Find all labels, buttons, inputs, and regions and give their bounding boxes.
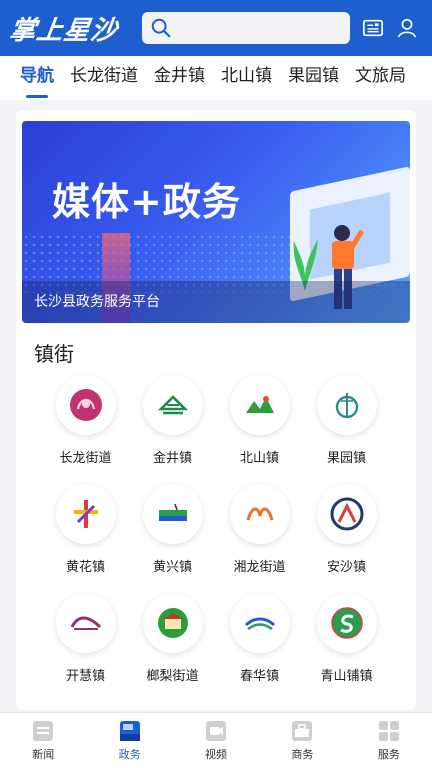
government-icon <box>119 720 140 741</box>
tab-nav[interactable]: 导航 <box>20 56 54 100</box>
town-label: 榔梨街道 <box>146 669 199 684</box>
town-item-beishan[interactable]: 北山镇 <box>216 375 303 466</box>
nav-business[interactable]: 商务 <box>259 713 345 768</box>
town-item-chunhua[interactable]: 春华镇 <box>216 593 303 684</box>
changlong-logo-icon <box>69 389 102 421</box>
news-icon <box>33 720 54 741</box>
town-label: 黄花镇 <box>65 560 105 575</box>
town-label: 湘龙街道 <box>233 560 286 575</box>
tab-jinjing[interactable]: 金井镇 <box>154 56 205 100</box>
business-icon <box>292 720 313 741</box>
town-item-changlong[interactable]: 长龙街道 <box>42 375 129 466</box>
town-grid: 长龙街道 金井镇 北山镇 果园镇 黄花镇 黄兴镇 湘龙街道 安沙镇 开慧镇 榔梨… <box>42 375 390 684</box>
search-input[interactable] <box>142 12 350 44</box>
town-item-qingshanpu[interactable]: 青山铺镇 <box>303 593 390 684</box>
beishan-logo-icon <box>245 396 274 413</box>
tab-beishan[interactable]: 北山镇 <box>221 56 272 100</box>
town-item-guoyuan[interactable]: 果园镇 <box>303 375 390 466</box>
huangxing-logo-icon <box>158 503 187 521</box>
top-header: 掌上星沙 <box>0 0 432 56</box>
town-item-langli[interactable]: 榔梨街道 <box>129 593 216 684</box>
banner[interactable]: 媒体+政务 长沙县政务服务平台 <box>22 121 410 323</box>
bottom-navigation: 新闻 政务 视频 商务 服务 <box>0 712 432 768</box>
town-item-ansha[interactable]: 安沙镇 <box>303 484 390 575</box>
user-icon[interactable] <box>396 17 418 39</box>
section-title: 镇街 <box>34 342 74 366</box>
town-label: 金井镇 <box>152 451 192 466</box>
tab-changlong[interactable]: 长龙街道 <box>70 56 138 100</box>
town-label: 长龙街道 <box>59 451 112 466</box>
town-item-xianglong[interactable]: 湘龙街道 <box>216 484 303 575</box>
kaihui-logo-icon <box>70 616 101 630</box>
town-label: 安沙镇 <box>326 560 366 575</box>
ansha-logo-icon <box>330 497 363 531</box>
banner-caption: 长沙县政务服务平台 <box>22 281 410 323</box>
town-item-huangxing[interactable]: 黄兴镇 <box>129 484 216 575</box>
tab-wenlv[interactable]: 文旅局 <box>355 56 406 100</box>
nav-services[interactable]: 服务 <box>346 713 432 768</box>
town-label: 开慧镇 <box>65 669 105 684</box>
town-label: 黄兴镇 <box>152 560 192 575</box>
langli-logo-icon <box>157 608 188 638</box>
jinjing-logo-icon <box>157 395 188 415</box>
qingshanpu-logo-icon <box>330 607 363 639</box>
town-label: 青山铺镇 <box>320 669 373 684</box>
search-icon <box>151 18 171 38</box>
huanghua-logo-icon <box>73 500 98 528</box>
xianglong-logo-icon <box>246 507 273 521</box>
town-label: 果园镇 <box>326 451 366 466</box>
nav-video[interactable]: 视频 <box>173 713 259 768</box>
town-item-huanghua[interactable]: 黄花镇 <box>42 484 129 575</box>
app-logo: 掌上星沙 <box>7 15 120 46</box>
town-item-kaihui[interactable]: 开慧镇 <box>42 593 129 684</box>
chunhua-logo-icon <box>244 617 275 631</box>
newspaper-icon[interactable] <box>362 17 384 39</box>
category-tabs: 导航 长龙街道 金井镇 北山镇 果园镇 文旅局 <box>0 56 432 100</box>
guoyuan-logo-icon <box>335 393 358 419</box>
nav-news[interactable]: 新闻 <box>0 713 86 768</box>
nav-government[interactable]: 政务 <box>86 713 172 768</box>
town-label: 春华镇 <box>239 669 279 684</box>
town-item-jinjing[interactable]: 金井镇 <box>129 375 216 466</box>
town-label: 北山镇 <box>239 451 279 466</box>
video-icon <box>206 720 227 741</box>
banner-title: 媒体+政务 <box>52 180 241 224</box>
tab-guoyuan[interactable]: 果园镇 <box>288 56 339 100</box>
services-icon <box>378 720 399 741</box>
